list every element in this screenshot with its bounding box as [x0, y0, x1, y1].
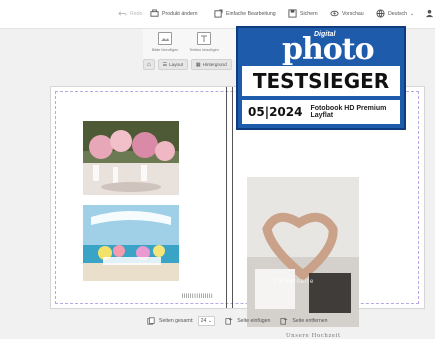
pages-total-select[interactable]: 24 ⌄ — [197, 316, 216, 326]
badge-issue: 05|2024 — [248, 105, 303, 119]
add-text-label: Textbox hinzufügen — [189, 48, 219, 52]
add-text-button[interactable]: Textbox hinzufügen — [185, 32, 223, 52]
language-selector[interactable]: Deutsch ⌄ — [376, 9, 414, 18]
add-page-button[interactable]: Seite einfügen — [237, 318, 270, 324]
badge-product: Fotobook HD Premium Layflat — [310, 105, 387, 119]
background-icon: ▦ — [195, 61, 201, 68]
spine-line-left — [226, 87, 227, 308]
beach-wedding-image — [83, 205, 179, 281]
save-button[interactable]: Sichern — [288, 9, 318, 18]
badge-headline: TESTSIEGER — [242, 66, 400, 96]
language-label: Deutsch — [388, 10, 408, 17]
layout-icon: ☰ — [162, 61, 168, 68]
text-plus-icon — [197, 32, 211, 45]
background-tab[interactable]: ▦ Hintergrund — [190, 59, 232, 70]
page-controls: Seiten gesamt: 24 ⌄ Seite einfügen Seite… — [147, 313, 328, 329]
layout-tab[interactable]: ☰ Layout — [157, 59, 188, 70]
remove-page-icon — [280, 318, 288, 325]
top-toolbar: Redo Produkt ändern Einfache Bearbeitung… — [0, 0, 435, 29]
change-product-button[interactable]: Produkt ändern — [150, 9, 197, 18]
pages-total-value: 24 — [200, 318, 207, 324]
home-icon: ⌂ — [147, 61, 151, 68]
badge-footer: 05|2024 Fotobook HD Premium Layflat — [242, 100, 400, 124]
preview-label: Vorschau — [342, 10, 364, 17]
spine-line-right — [232, 87, 233, 308]
pages-icon — [147, 317, 155, 325]
preview-button[interactable]: Vorschau — [330, 9, 364, 18]
undo-label: Redo — [130, 10, 143, 17]
add-image-label: Bilder hinzufügen — [151, 48, 179, 52]
undo-button[interactable]: Redo — [118, 9, 142, 18]
chevron-down-icon: ⌄ — [410, 10, 415, 17]
user-icon[interactable] — [425, 9, 434, 18]
change-product-label: Produkt ändern — [162, 10, 198, 17]
cover-caption[interactable]: Unsere Hochzeit — [286, 333, 341, 339]
undo-icon — [118, 11, 127, 16]
add-image-button[interactable]: Bilder hinzufügen — [146, 32, 184, 52]
simple-edit-button[interactable]: Einfache Bearbeitung — [214, 9, 276, 18]
chevron-down-icon: ⌄ — [207, 318, 213, 324]
flower-table-image — [83, 121, 179, 195]
remove-page-button[interactable]: Seite entfernen — [292, 318, 327, 324]
barcode: ||||||||||||||| — [181, 294, 213, 299]
magazine-logo-digital: Digital — [314, 31, 336, 38]
save-label: Sichern — [300, 10, 318, 17]
image-plus-icon — [158, 32, 172, 45]
globe-icon — [376, 9, 385, 18]
back-cover-photo-bottom[interactable] — [83, 205, 179, 281]
front-cover-watermark: Vorderseite — [273, 279, 315, 285]
add-page-icon — [225, 317, 233, 325]
product-icon — [150, 9, 159, 17]
pages-total-label: Seiten gesamt: — [159, 318, 194, 324]
home-button[interactable]: ⌂ — [143, 59, 155, 70]
back-cover-photo-top[interactable] — [83, 121, 179, 195]
test-winner-badge: photo Digital TESTSIEGER 05|2024 Fotoboo… — [236, 26, 406, 130]
background-tab-label: Hintergrund — [202, 62, 227, 67]
layout-tab-label: Layout — [169, 62, 183, 67]
edit-icon — [214, 9, 223, 18]
simple-edit-label: Einfache Bearbeitung — [226, 10, 276, 17]
eye-icon — [330, 10, 339, 17]
back-cover-watermark: Rückseite — [109, 199, 145, 205]
save-icon — [288, 9, 297, 18]
heart-hands-image — [247, 177, 359, 327]
view-tabs: ⌂ ☰ Layout ▦ Hintergrund — [143, 59, 232, 70]
front-cover-photo[interactable] — [247, 177, 359, 327]
